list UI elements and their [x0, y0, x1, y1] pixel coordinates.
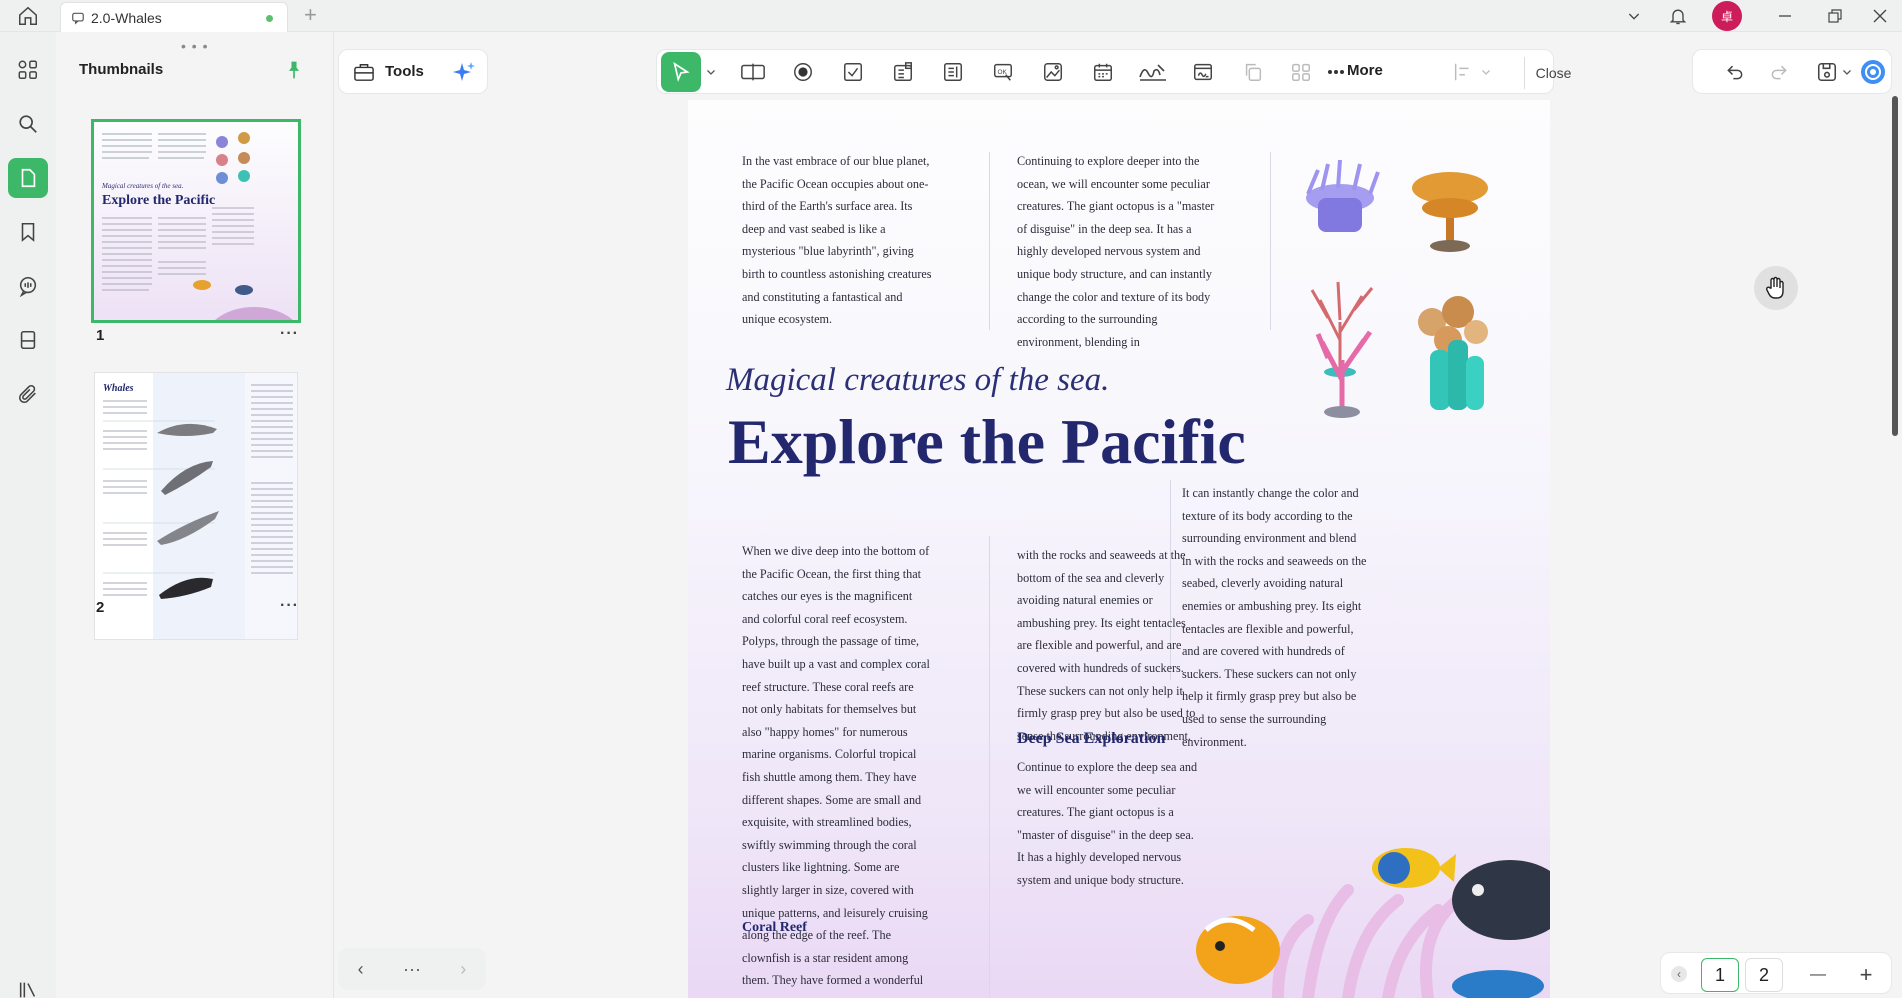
digital-id-icon[interactable] [1187, 56, 1219, 88]
page-menu-1[interactable]: ··· [280, 325, 299, 343]
history-toolbar [1692, 49, 1892, 94]
main-toolbar: OK More Close [656, 49, 1571, 94]
document-page[interactable]: In the vast embrace of our blue planet, … [688, 100, 1550, 998]
svg-text:Explore the Pacific: Explore the Pacific [102, 193, 215, 208]
arrange-icon[interactable] [1285, 56, 1317, 88]
thumb-prev-button[interactable]: ‹ [358, 959, 364, 980]
page-subtitle: Magical creatures of the sea. [726, 362, 1110, 398]
anemone-icon [1306, 159, 1380, 232]
calendar-icon[interactable] [1087, 56, 1119, 88]
restore-icon[interactable] [1812, 0, 1858, 32]
deep-sea-heading: Deep Sea Exploration [1017, 730, 1166, 747]
thumb-next-button[interactable]: › [460, 959, 466, 980]
coral-bush-icon [1272, 884, 1464, 998]
vertical-scrollbar[interactable] [1892, 96, 1898, 436]
yellow-fish-icon [1372, 848, 1456, 888]
chevron-down-icon[interactable] [701, 56, 721, 88]
home-icon[interactable] [12, 4, 44, 28]
bookmark-icon[interactable] [8, 212, 48, 252]
comments-icon[interactable] [8, 266, 48, 306]
puffer-fish-icon [1452, 860, 1550, 940]
page-thumbnail-2[interactable]: Whales [94, 372, 298, 640]
checkbox-icon[interactable] [837, 56, 869, 88]
svg-text:Magical creatures of the sea.: Magical creatures of the sea. [101, 182, 184, 190]
butterfly-fish-icon [1196, 916, 1280, 984]
page-thumbnail-1[interactable]: Magical creatures of the sea. Explore th… [91, 119, 301, 323]
ai-assistant-icon[interactable] [1857, 56, 1889, 88]
left-rail [0, 32, 56, 998]
chevron-down-icon[interactable] [1837, 56, 1857, 88]
column-divider [989, 536, 990, 998]
close-icon[interactable] [1858, 0, 1902, 32]
prev-page-button[interactable]: ‹ [1671, 966, 1687, 982]
select-tool-icon[interactable] [661, 52, 701, 92]
ai-sparkle-icon[interactable] [452, 60, 476, 84]
thumbnail-nav: ‹ ··· › [338, 948, 486, 990]
search-icon[interactable] [8, 104, 48, 144]
copy-icon[interactable] [1237, 56, 1269, 88]
pages-icon[interactable] [8, 320, 48, 360]
col2-top-paragraph: Continuing to explore deeper into the oc… [1017, 154, 1215, 349]
minimize-icon[interactable] [1762, 0, 1808, 32]
tab-title: 2.0-Whales [91, 9, 162, 26]
radio-button-icon[interactable] [787, 56, 819, 88]
chevron-down-icon[interactable] [1618, 0, 1650, 32]
library-icon[interactable] [8, 970, 48, 998]
tools-button[interactable]: Tools [338, 49, 488, 94]
signature-icon[interactable] [1137, 56, 1169, 88]
intro-paragraph: In the vast embrace of our blue planet, … [742, 154, 932, 327]
pin-icon[interactable] [284, 60, 304, 85]
title-bar: 2.0-Whales + 卓 [0, 0, 1902, 32]
right-column-paragraph: It can instantly change the color and te… [1182, 486, 1367, 749]
panel-grip[interactable]: • • • [181, 38, 208, 54]
page-number-1: 1 [96, 327, 105, 344]
panel-title: Thumbnails [79, 61, 164, 78]
octopus-paragraph: with the rocks and seaweeds at the botto… [1017, 548, 1196, 743]
column-divider [989, 152, 990, 330]
orange-coral-icon [1412, 172, 1488, 252]
teal-tube-coral-icon [1430, 340, 1484, 410]
coral-illustrations [1306, 159, 1488, 418]
page-title: Explore the Pacific [728, 406, 1246, 477]
bell-icon[interactable] [1662, 0, 1694, 32]
page-menu-2[interactable]: ··· [280, 597, 299, 615]
chevron-down-icon[interactable] [1477, 56, 1495, 88]
page-2-button[interactable]: 2 [1745, 958, 1783, 992]
page-1-button[interactable]: 1 [1701, 958, 1739, 992]
thumbnails-icon[interactable] [8, 158, 48, 198]
page-controls: ‹ 1 2 — + [1660, 952, 1892, 994]
toolbox-icon [354, 63, 374, 81]
text-field-icon[interactable] [737, 56, 769, 88]
page-number-2: 2 [96, 599, 105, 616]
combo-box-icon[interactable] [887, 56, 919, 88]
coral-reef-heading: Coral Reef [742, 920, 807, 935]
reef-illustration [1196, 848, 1550, 998]
pink-blue-coral-icon [1315, 330, 1373, 418]
zoom-out-button[interactable]: — [1799, 958, 1837, 992]
thumbnails-panel: • • • Thumbnails Magical creatures of th… [56, 32, 334, 998]
document-tab[interactable]: 2.0-Whales [60, 2, 288, 32]
new-tab-button[interactable]: + [304, 4, 317, 26]
blue-fish-icon [1452, 970, 1544, 998]
list-box-icon[interactable] [937, 56, 969, 88]
more-dots-icon [1327, 56, 1345, 88]
align-icon[interactable] [1447, 56, 1479, 88]
svg-text:Whales: Whales [103, 383, 134, 394]
undo-icon[interactable] [1719, 56, 1751, 88]
button-field-icon[interactable]: OK [987, 56, 1019, 88]
user-avatar[interactable]: 卓 [1710, 0, 1744, 32]
more-button[interactable]: More [1347, 62, 1383, 79]
hand-cursor-icon [1754, 266, 1798, 310]
image-field-icon[interactable] [1037, 56, 1069, 88]
zoom-in-button[interactable]: + [1847, 958, 1885, 992]
thumb-more-button[interactable]: ··· [403, 959, 421, 980]
close-button[interactable]: Close [1524, 57, 1582, 89]
attachment-icon[interactable] [8, 374, 48, 414]
sync-status-dot [266, 15, 273, 22]
tools-label: Tools [385, 63, 424, 80]
comment-icon [72, 12, 84, 25]
redo-icon[interactable] [1763, 56, 1795, 88]
column-divider [1270, 152, 1271, 330]
grid-icon[interactable] [8, 50, 48, 90]
